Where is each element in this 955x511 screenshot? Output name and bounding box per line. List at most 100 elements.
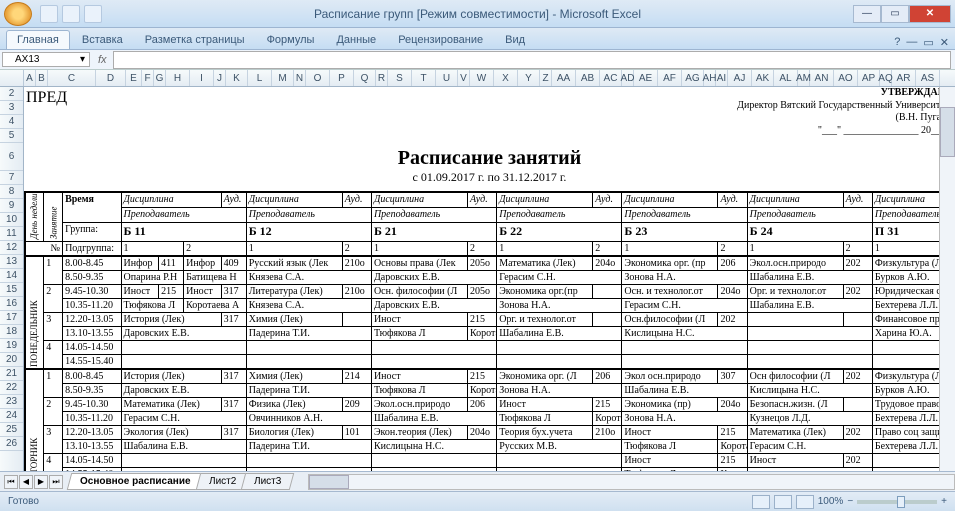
column-header[interactable]: W — [470, 70, 494, 86]
row-header[interactable]: 21 — [0, 367, 23, 381]
row-header[interactable]: 24 — [0, 409, 23, 423]
column-header[interactable]: Z — [540, 70, 552, 86]
tab-view[interactable]: Вид — [495, 31, 535, 49]
view-normal-icon[interactable] — [752, 495, 770, 509]
close-workbook-icon[interactable]: ✕ — [940, 36, 949, 49]
row-header[interactable]: 16 — [0, 297, 23, 311]
column-header[interactable]: H — [166, 70, 190, 86]
minimize-ribbon-icon[interactable]: — — [906, 36, 917, 49]
column-header[interactable]: AF — [658, 70, 682, 86]
row-header[interactable]: 13 — [0, 255, 23, 269]
column-header[interactable]: AD — [622, 70, 634, 86]
tab-nav-first-icon[interactable]: ⏮ — [4, 475, 18, 489]
row-header[interactable]: 17 — [0, 311, 23, 325]
column-header[interactable]: N — [294, 70, 306, 86]
row-header[interactable]: 8 — [0, 185, 23, 199]
column-header[interactable]: AA — [552, 70, 576, 86]
horizontal-scrollbar[interactable] — [308, 474, 955, 490]
row-header[interactable]: 7 — [0, 171, 23, 185]
row-header[interactable]: 11 — [0, 227, 23, 241]
column-header[interactable]: Y — [518, 70, 540, 86]
column-header[interactable]: AN — [810, 70, 834, 86]
row-header[interactable]: 3 — [0, 101, 23, 115]
redo-icon[interactable] — [84, 5, 102, 23]
row-header[interactable]: 10 — [0, 213, 23, 227]
zoom-in-icon[interactable]: + — [941, 496, 947, 507]
column-header[interactable]: X — [494, 70, 518, 86]
row-header[interactable]: 26 — [0, 437, 23, 451]
column-header[interactable]: AS — [916, 70, 940, 86]
column-header[interactable]: R — [376, 70, 388, 86]
column-header[interactable]: A — [24, 70, 36, 86]
row-header[interactable]: 22 — [0, 381, 23, 395]
vertical-scrollbar[interactable] — [939, 87, 955, 471]
tab-layout[interactable]: Разметка страницы — [135, 31, 255, 49]
office-button[interactable] — [4, 2, 32, 26]
view-layout-icon[interactable] — [774, 495, 792, 509]
undo-icon[interactable] — [62, 5, 80, 23]
row-header[interactable]: 14 — [0, 269, 23, 283]
sheet-tab-main[interactable]: Основное расписание — [67, 473, 204, 490]
column-header[interactable]: K — [226, 70, 248, 86]
column-header[interactable]: O — [306, 70, 330, 86]
row-header[interactable]: 5 — [0, 129, 23, 143]
column-header[interactable]: AE — [634, 70, 658, 86]
save-icon[interactable] — [40, 5, 58, 23]
row-header[interactable]: 12 — [0, 241, 23, 255]
column-header[interactable]: E — [126, 70, 142, 86]
cells-area[interactable]: ПРЕД УТВЕРЖДАЮ Директор Вятский Государс… — [24, 87, 955, 471]
column-header[interactable]: D — [96, 70, 126, 86]
column-header[interactable]: B — [36, 70, 48, 86]
column-header[interactable]: AL — [774, 70, 798, 86]
row-header[interactable]: 18 — [0, 325, 23, 339]
view-pagebreak-icon[interactable] — [796, 495, 814, 509]
sheet-tab-3[interactable]: Лист3 — [241, 473, 295, 490]
window-controls-icon[interactable]: ▭ — [923, 36, 933, 49]
column-header[interactable]: AK — [752, 70, 774, 86]
zoom-thumb[interactable] — [897, 496, 905, 508]
tab-nav-last-icon[interactable]: ⏭ — [49, 475, 63, 489]
column-header[interactable]: U — [436, 70, 458, 86]
tab-nav-prev-icon[interactable]: ◀ — [19, 475, 33, 489]
column-header[interactable]: T — [412, 70, 436, 86]
column-header[interactable]: AH — [704, 70, 716, 86]
row-header[interactable]: 19 — [0, 339, 23, 353]
hscroll-thumb[interactable] — [309, 475, 349, 489]
formula-input[interactable] — [113, 51, 951, 69]
column-header[interactable]: S — [388, 70, 412, 86]
zoom-slider[interactable] — [857, 500, 937, 504]
row-header[interactable]: 23 — [0, 395, 23, 409]
column-header[interactable]: AB — [576, 70, 600, 86]
row-header[interactable]: 6 — [0, 143, 23, 171]
tab-insert[interactable]: Вставка — [72, 31, 133, 49]
help-icon[interactable]: ? — [894, 36, 900, 49]
column-header[interactable]: V — [458, 70, 470, 86]
tab-nav-next-icon[interactable]: ▶ — [34, 475, 48, 489]
tab-review[interactable]: Рецензирование — [388, 31, 493, 49]
column-header[interactable]: I — [190, 70, 214, 86]
row-header[interactable]: 2 — [0, 87, 23, 101]
column-header[interactable]: AQ — [880, 70, 892, 86]
column-header[interactable]: J — [214, 70, 226, 86]
column-header[interactable]: M — [272, 70, 294, 86]
column-header[interactable]: AM — [798, 70, 810, 86]
name-box[interactable]: AX13 ▾ — [2, 52, 90, 67]
column-header[interactable]: L — [248, 70, 272, 86]
row-header[interactable]: 9 — [0, 199, 23, 213]
row-header[interactable]: 4 — [0, 115, 23, 129]
column-header[interactable]: F — [142, 70, 154, 86]
close-button[interactable]: ✕ — [909, 5, 951, 23]
column-header[interactable]: C — [48, 70, 96, 86]
column-header[interactable]: AR — [892, 70, 916, 86]
minimize-button[interactable]: — — [853, 5, 881, 23]
column-header[interactable]: AI — [716, 70, 728, 86]
tab-data[interactable]: Данные — [326, 31, 386, 49]
select-all-corner[interactable] — [0, 70, 24, 86]
column-header[interactable]: AO — [834, 70, 858, 86]
column-header[interactable]: AP — [858, 70, 880, 86]
column-header[interactable]: AG — [682, 70, 704, 86]
zoom-out-icon[interactable]: − — [847, 496, 853, 507]
row-header[interactable]: 15 — [0, 283, 23, 297]
row-header[interactable]: 25 — [0, 423, 23, 437]
column-header[interactable]: Q — [354, 70, 376, 86]
